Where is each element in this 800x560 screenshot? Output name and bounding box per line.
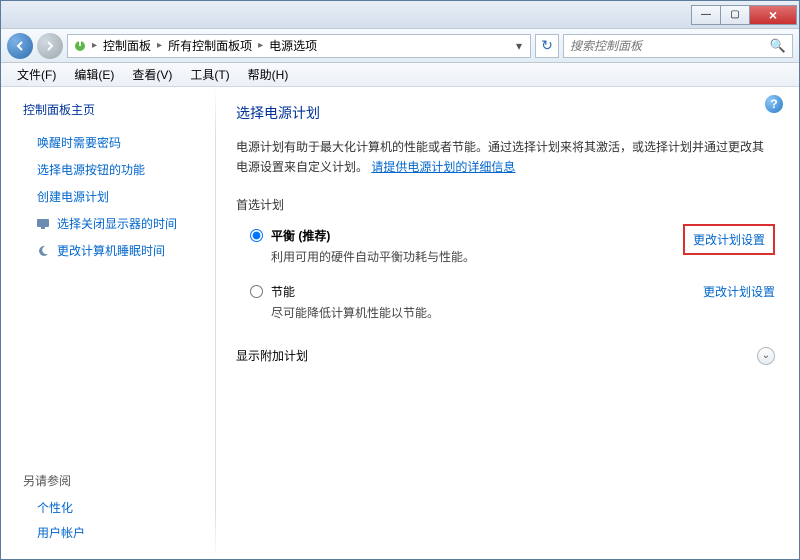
sidebar-link-power-button[interactable]: 选择电源按钮的功能 xyxy=(37,161,215,178)
minimize-button[interactable]: — xyxy=(691,5,721,25)
change-plan-settings-link[interactable]: 更改计划设置 xyxy=(693,233,765,247)
sidebar-links: 唤醒时需要密码 选择电源按钮的功能 创建电源计划 选择关闭显示器的时间 更改计算… xyxy=(23,134,215,259)
control-panel-window: — ▢ × ▸ 控制面板 ▸ 所有控制面板项 ▸ 电源选项 ▾ ↻ xyxy=(0,0,800,560)
menu-tools[interactable]: 工具(T) xyxy=(182,64,237,85)
chevron-right-icon: ▸ xyxy=(90,40,99,51)
search-icon[interactable]: 🔍 xyxy=(770,38,786,54)
plan-radio-energy[interactable] xyxy=(250,285,263,298)
arrow-left-icon xyxy=(14,40,26,52)
sidebar-link-sleep-time[interactable]: 更改计算机睡眠时间 xyxy=(35,242,215,259)
maximize-button[interactable]: ▢ xyxy=(720,5,750,25)
section-preferred-plans: 首选计划 xyxy=(236,196,775,213)
help-icon[interactable]: ? xyxy=(765,95,783,113)
breadcrumb-item[interactable]: 电源选项 xyxy=(267,37,319,54)
plan-name: 节能 xyxy=(271,283,691,300)
sidebar-link-create-plan[interactable]: 创建电源计划 xyxy=(37,188,215,205)
breadcrumb-dropdown[interactable]: ▾ xyxy=(512,39,526,53)
sidebar-item-label: 更改计算机睡眠时间 xyxy=(57,242,165,259)
sidebar-link-personalize[interactable]: 个性化 xyxy=(23,499,215,516)
chevron-right-icon: ▸ xyxy=(256,40,265,51)
menu-file[interactable]: 文件(F) xyxy=(9,64,64,85)
search-input[interactable] xyxy=(570,39,770,53)
main-panel: ? 选择电源计划 电源计划有助于最大化计算机的性能或者节能。通过选择计划来将其激… xyxy=(216,87,799,559)
window-controls: — ▢ × xyxy=(692,5,797,25)
sidebar-link-wake-password[interactable]: 唤醒时需要密码 xyxy=(37,134,215,151)
refresh-icon: ↻ xyxy=(541,37,553,54)
power-icon xyxy=(72,38,88,54)
menu-edit[interactable]: 编辑(E) xyxy=(66,64,122,85)
titlebar: — ▢ × xyxy=(1,1,799,29)
plan-energy-saver: 节能 尽可能降低计算机性能以节能。 更改计划设置 xyxy=(236,279,775,335)
sleep-icon xyxy=(35,243,51,259)
sidebar-footer-title: 另请参阅 xyxy=(23,472,215,489)
menu-help[interactable]: 帮助(H) xyxy=(240,64,297,85)
breadcrumb[interactable]: ▸ 控制面板 ▸ 所有控制面板项 ▸ 电源选项 ▾ xyxy=(67,34,531,58)
plan-desc: 利用可用的硬件自动平衡功耗与性能。 xyxy=(271,248,683,265)
highlight-box: 更改计划设置 xyxy=(683,224,775,255)
page-title: 选择电源计划 xyxy=(236,103,775,123)
navbar: ▸ 控制面板 ▸ 所有控制面板项 ▸ 电源选项 ▾ ↻ 🔍 xyxy=(1,29,799,63)
chevron-right-icon: ▸ xyxy=(155,40,164,51)
sidebar-link-user-accounts[interactable]: 用户帐户 xyxy=(23,524,215,541)
sidebar-link-display-off[interactable]: 选择关闭显示器的时间 xyxy=(35,215,215,232)
close-button[interactable]: × xyxy=(749,5,797,25)
sidebar-footer: 另请参阅 个性化 用户帐户 xyxy=(23,472,215,549)
breadcrumb-item[interactable]: 所有控制面板项 xyxy=(166,37,254,54)
monitor-icon xyxy=(35,216,51,232)
expander-label: 显示附加计划 xyxy=(236,347,308,364)
change-plan-settings-link[interactable]: 更改计划设置 xyxy=(703,283,775,300)
desc-more-info-link[interactable]: 请提供电源计划的详细信息 xyxy=(371,160,515,174)
sidebar: 控制面板主页 唤醒时需要密码 选择电源按钮的功能 创建电源计划 选择关闭显示器的… xyxy=(1,87,215,559)
menubar: 文件(F) 编辑(E) 查看(V) 工具(T) 帮助(H) xyxy=(1,63,799,87)
sidebar-item-label: 选择关闭显示器的时间 xyxy=(57,215,177,232)
chevron-down-icon: ⌄ xyxy=(757,347,775,365)
plan-text: 节能 尽可能降低计算机性能以节能。 xyxy=(271,283,691,321)
plan-balanced: 平衡 (推荐) 利用可用的硬件自动平衡功耗与性能。 更改计划设置 xyxy=(236,223,775,279)
plan-radio-balanced[interactable] xyxy=(250,229,263,242)
plan-desc: 尽可能降低计算机性能以节能。 xyxy=(271,304,691,321)
plan-text: 平衡 (推荐) 利用可用的硬件自动平衡功耗与性能。 xyxy=(271,227,683,265)
back-button[interactable] xyxy=(7,33,33,59)
search-box[interactable]: 🔍 xyxy=(563,34,793,58)
menu-view[interactable]: 查看(V) xyxy=(124,64,180,85)
plan-name: 平衡 (推荐) xyxy=(271,227,683,244)
sidebar-home-link[interactable]: 控制面板主页 xyxy=(23,101,215,118)
show-additional-plans[interactable]: 显示附加计划 ⌄ xyxy=(236,341,775,371)
forward-button[interactable] xyxy=(37,33,63,59)
content-area: 控制面板主页 唤醒时需要密码 选择电源按钮的功能 创建电源计划 选择关闭显示器的… xyxy=(1,87,799,559)
refresh-button[interactable]: ↻ xyxy=(535,34,559,58)
breadcrumb-item[interactable]: 控制面板 xyxy=(101,37,153,54)
arrow-right-icon xyxy=(44,40,56,52)
page-description: 电源计划有助于最大化计算机的性能或者节能。通过选择计划来将其激活，或选择计划并通… xyxy=(236,137,775,178)
